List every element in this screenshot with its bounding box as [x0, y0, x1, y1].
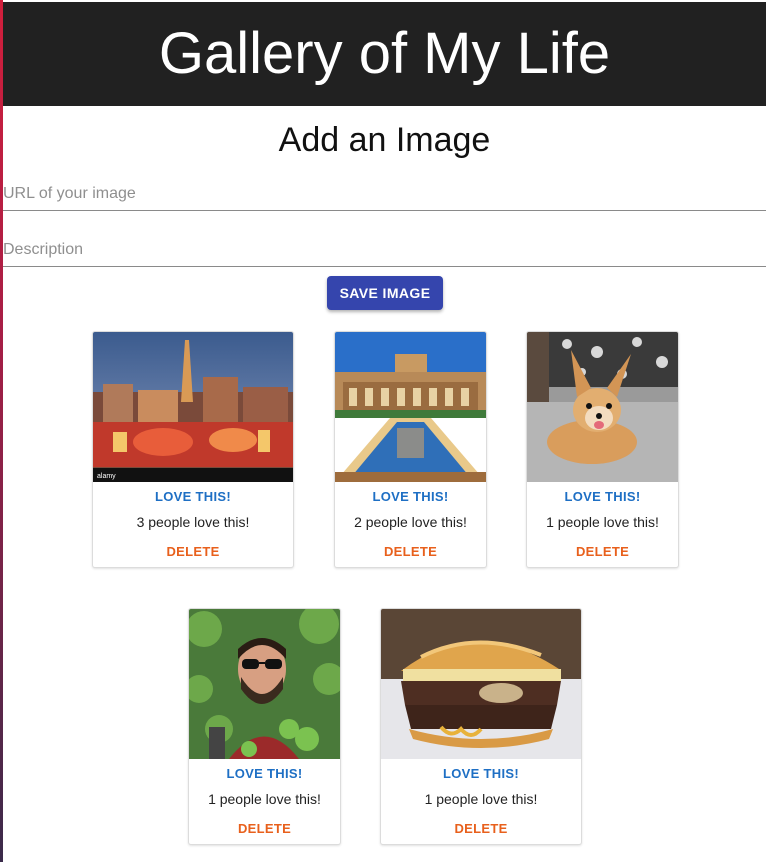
- delete-button[interactable]: DELETE: [189, 821, 340, 836]
- app-header: Gallery of My Life: [3, 2, 766, 106]
- man-sunglasses-portrait-image: [189, 609, 340, 759]
- love-count: 2 people love this!: [354, 514, 467, 530]
- form-title: Add an Image: [278, 121, 491, 159]
- city-skyline-night-image: alamy: [93, 332, 293, 482]
- app-title: Gallery of My Life: [158, 21, 611, 86]
- image-card: LOVE THIS! 1 people love this! DELETE: [188, 608, 341, 845]
- small-dog-image: [527, 332, 678, 482]
- svg-text:alamy: alamy: [97, 473, 116, 480]
- love-button[interactable]: LOVE THIS!: [527, 489, 678, 504]
- love-count: 1 people love this!: [208, 791, 321, 807]
- image-card: alamy LOVE THIS! 3 people love this! DEL…: [92, 331, 294, 568]
- love-count: 1 people love this!: [546, 514, 659, 530]
- love-button[interactable]: LOVE THIS!: [189, 766, 340, 781]
- image-card: LOVE THIS! 2 people love this! DELETE: [334, 331, 487, 568]
- love-button[interactable]: LOVE THIS!: [93, 489, 293, 504]
- love-count: 3 people love this!: [136, 514, 250, 530]
- love-count: 1 people love this!: [424, 791, 538, 807]
- delete-button[interactable]: DELETE: [335, 544, 486, 559]
- save-image-button[interactable]: SAVE IMAGE: [327, 276, 443, 310]
- delete-button[interactable]: DELETE: [93, 544, 293, 559]
- love-button[interactable]: LOVE THIS!: [381, 766, 581, 781]
- love-button[interactable]: LOVE THIS!: [335, 489, 486, 504]
- image-url-input[interactable]: [3, 178, 766, 211]
- description-input[interactable]: [3, 234, 766, 267]
- delete-button[interactable]: DELETE: [527, 544, 678, 559]
- image-card: LOVE THIS! 1 people love this! DELETE: [526, 331, 679, 568]
- image-card: LOVE THIS! 1 people love this! DELETE: [380, 608, 582, 845]
- burger-image: [381, 609, 581, 759]
- palace-reflecting-pool-image: [335, 332, 486, 482]
- delete-button[interactable]: DELETE: [381, 821, 581, 836]
